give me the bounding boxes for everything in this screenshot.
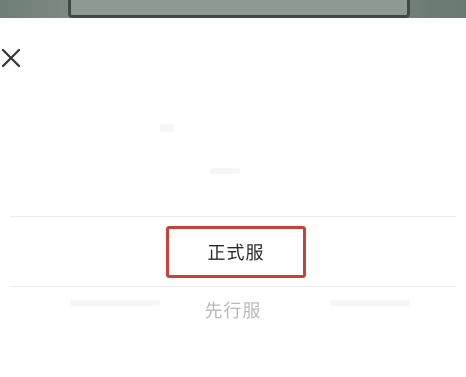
option-official-server[interactable]: 正式服 [166, 226, 306, 278]
divider [10, 286, 456, 287]
close-icon [1, 48, 21, 68]
option-official-server-label: 正式服 [207, 243, 265, 264]
option-preview-server-label: 先行服 [204, 301, 262, 322]
faint-artifact [210, 168, 240, 174]
divider [10, 216, 456, 217]
close-button[interactable] [0, 44, 24, 72]
background-card-edge [68, 0, 410, 18]
option-preview-server[interactable]: 先行服 [0, 300, 466, 324]
faint-artifact [160, 124, 174, 132]
